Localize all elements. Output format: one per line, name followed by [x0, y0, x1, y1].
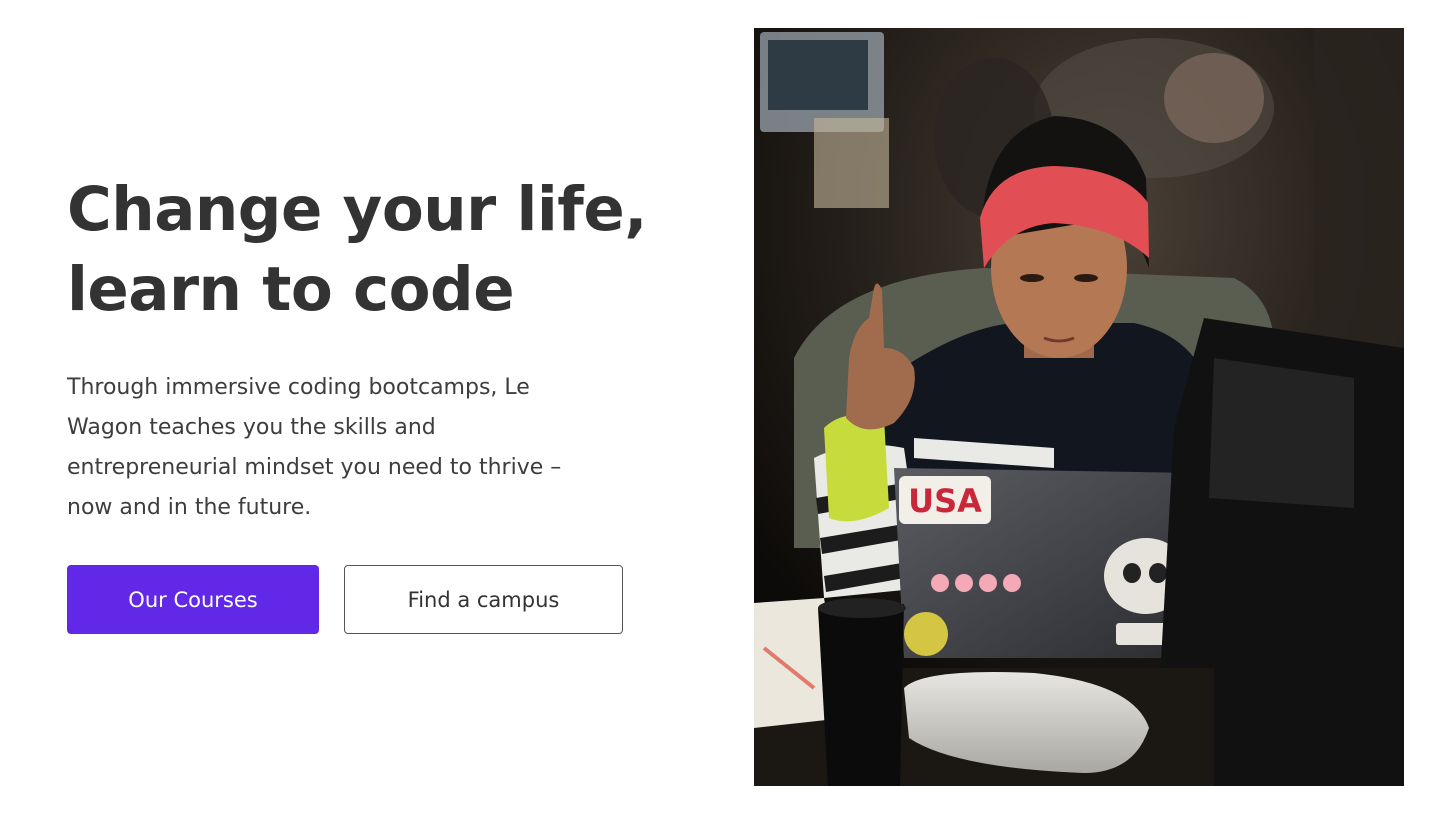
description-line-4: now and in the future. [67, 495, 312, 520]
our-courses-button[interactable]: Our Courses [67, 565, 319, 634]
page-title: Change your life, learn to code [67, 170, 687, 330]
hero-description: Through immersive coding bootcamps, Le W… [67, 368, 647, 528]
hero-section: Change your life, learn to code Through … [0, 0, 1450, 821]
hero-text-block: Change your life, learn to code [67, 170, 687, 330]
photo-illustration: USA [754, 28, 1404, 786]
headline-line-1: Change your life, [67, 174, 647, 245]
description-line-3: entrepreneurial mindset you need to thri… [67, 455, 562, 480]
description-line-1: Through immersive coding bootcamps, Le [67, 375, 530, 400]
find-campus-button[interactable]: Find a campus [344, 565, 623, 634]
description-line-2: Wagon teaches you the skills and [67, 415, 436, 440]
usa-sticker-text: USA [908, 482, 982, 520]
headline-line-2: learn to code [67, 254, 515, 325]
hero-photo: USA [754, 28, 1404, 786]
